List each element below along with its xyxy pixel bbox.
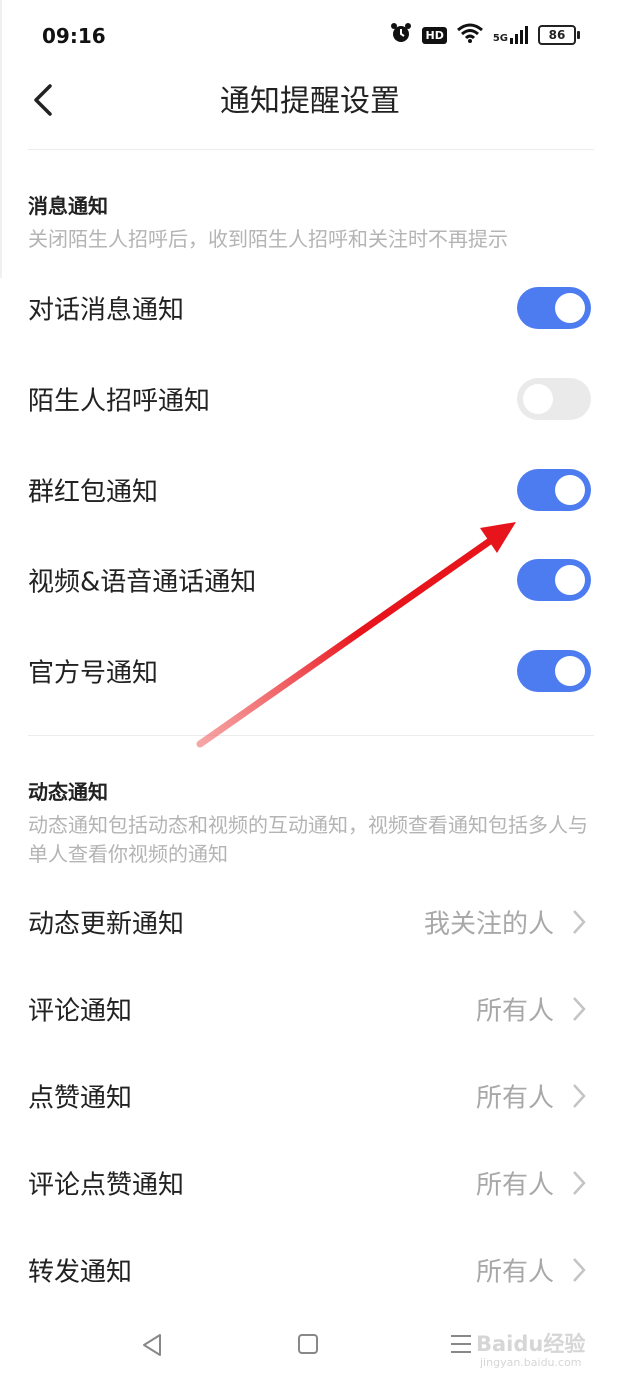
list-item-label: 点赞通知 [28, 1083, 133, 1114]
toggle-row[interactable]: 群红包通知 [0, 450, 620, 530]
chevron-right-icon [573, 1084, 586, 1108]
toggle-row-label: 视频&语音通话通知 [28, 567, 257, 598]
nav-menu-button[interactable] [448, 1332, 474, 1360]
list-item-label: 动态更新通知 [28, 909, 185, 940]
list-item-value: 所有人 [475, 996, 554, 1027]
title-bar: 通知提醒设置 [0, 72, 620, 148]
list-item-value: 所有人 [475, 1170, 554, 1201]
list-item-label: 评论点赞通知 [28, 1170, 185, 1201]
conversation-notification-toggle[interactable] [517, 287, 591, 329]
status-icons: HD 5G 86 [390, 22, 580, 48]
toggle-knob [523, 384, 553, 414]
alarm-icon [390, 22, 412, 48]
feed-section-title: 动态通知 [28, 780, 108, 804]
toggle-row-label: 群红包通知 [28, 477, 159, 508]
page-title: 通知提醒设置 [220, 84, 400, 119]
official-account-toggle[interactable] [517, 650, 591, 692]
list-item-value: 所有人 [475, 1083, 554, 1114]
back-triangle-icon [143, 1334, 161, 1356]
list-item-value: 我关注的人 [423, 909, 554, 940]
toggle-row-label: 陌生人招呼通知 [28, 386, 211, 417]
message-section-description: 关闭陌生人招呼后，收到陌生人招呼和关注时不再提示 [28, 227, 508, 251]
toggle-row[interactable]: 陌生人招呼通知 [0, 359, 620, 439]
header-divider [28, 149, 594, 150]
section-divider [28, 735, 594, 736]
list-item[interactable]: 评论通知 所有人 [0, 969, 620, 1049]
toggle-row[interactable]: 对话消息通知 [0, 268, 620, 348]
5g-signal-icon: 5G [493, 26, 528, 44]
system-nav-bar [0, 1310, 620, 1386]
chevron-right-icon [573, 997, 586, 1021]
toggle-knob [555, 656, 585, 686]
stranger-greeting-toggle[interactable] [517, 378, 591, 420]
list-item-value: 所有人 [475, 1257, 554, 1288]
hd-icon: HD [422, 26, 447, 44]
feed-section-description: 动态通知包括动态和视频的互动通知，视频查看通知包括多人与单人查看你视频的通知 [28, 813, 588, 866]
toggle-row[interactable]: 官方号通知 [0, 631, 620, 711]
home-square-icon [298, 1334, 318, 1354]
list-item-label: 评论通知 [28, 996, 133, 1027]
battery-icon: 86 [538, 25, 580, 45]
status-time: 09:16 [42, 24, 106, 48]
toggle-knob [555, 565, 585, 595]
nav-back-button[interactable] [140, 1332, 164, 1362]
toggle-row-label: 对话消息通知 [28, 295, 185, 326]
list-item[interactable]: 动态更新通知 我关注的人 [0, 882, 620, 962]
toggle-row[interactable]: 视频&语音通话通知 [0, 540, 620, 620]
toggle-knob [555, 293, 585, 323]
nav-home-button[interactable] [296, 1332, 320, 1360]
toggle-knob [555, 475, 585, 505]
list-item-label: 转发通知 [28, 1257, 133, 1288]
chevron-right-icon [573, 1258, 586, 1282]
group-red-packet-toggle[interactable] [517, 469, 591, 511]
toggle-row-label: 官方号通知 [28, 658, 159, 689]
chevron-right-icon [573, 1171, 586, 1195]
list-item[interactable]: 评论点赞通知 所有人 [0, 1143, 620, 1223]
list-item[interactable]: 点赞通知 所有人 [0, 1056, 620, 1136]
wifi-icon [456, 23, 483, 47]
list-item[interactable]: 转发通知 所有人 [0, 1230, 620, 1310]
menu-lines-icon [451, 1335, 471, 1353]
message-section-title: 消息通知 [28, 194, 108, 218]
status-bar: 09:16 HD 5G 86 [0, 0, 620, 72]
chevron-right-icon [573, 910, 586, 934]
video-voice-call-toggle[interactable] [517, 559, 591, 601]
